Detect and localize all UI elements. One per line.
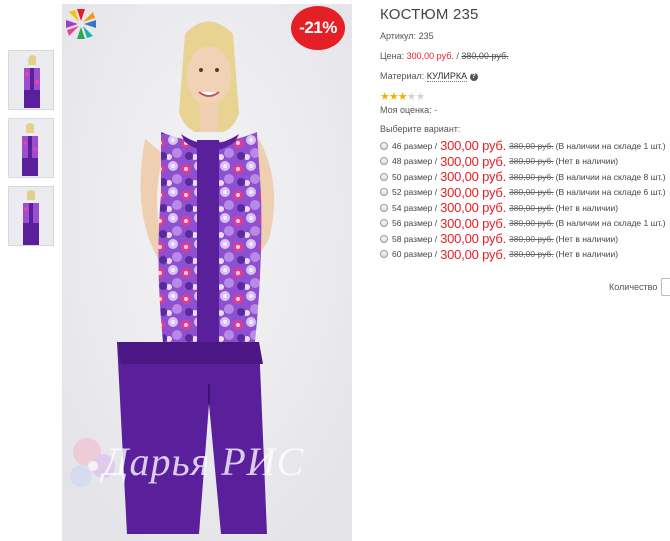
variant-old-price: 380,00 руб. [509,187,554,198]
variant-stock: (В наличии на складе 6 шт.) [555,187,666,198]
variant-old-price: 380,00 руб. [509,156,554,167]
variant-size: 60 размер [392,249,433,260]
variant-option[interactable]: 58 размер /300,00 руб. 380,00 руб. (Нет в … [380,231,670,247]
price-old: 380,00 руб. [461,51,509,61]
variant-list: 46 размер /300,00 руб. 380,00 руб. (В нали… [380,138,670,262]
thumbnail-2[interactable] [8,118,54,178]
question-icon[interactable]: ? [469,72,478,81]
radio-icon[interactable] [380,188,388,197]
variant-separator: / [432,218,438,229]
choose-variant-label: Выберите вариант: [380,124,461,134]
variant-size: 58 размер [392,233,433,244]
variant-stock: (В наличии на складе 1 шт.) [555,218,666,229]
star-icon[interactable]: ★ [380,91,390,103]
variant-separator: / [432,156,438,167]
variant-stock: (Нет в наличии) [555,233,619,244]
variant-price: 300,00 руб. [440,215,507,231]
variant-option[interactable]: 50 размер /300,00 руб. 380,00 руб. (В нали… [380,169,670,185]
variant-size: 56 размер [392,218,433,229]
variant-old-price: 380,00 руб. [509,233,554,244]
variant-price: 300,00 руб. [440,153,507,169]
radio-icon[interactable] [380,157,388,166]
variant-old-price: 380,00 руб. [509,249,554,260]
rating-stars[interactable]: ★★★★★ [380,91,670,103]
variant-separator: / [432,202,438,213]
variant-option[interactable]: 54 размер /300,00 руб. 380,00 руб. (Нет в … [380,200,670,216]
variant-option[interactable]: 48 размер /300,00 руб. 380,00 руб. (Нет в … [380,154,670,170]
radio-icon[interactable] [380,172,388,181]
variant-option[interactable]: 56 размер /300,00 руб. 380,00 руб. (В нали… [380,216,670,232]
variant-size: 54 размер [392,202,433,213]
material-label: Материал: [380,71,425,81]
thumbnail-3[interactable] [8,186,54,246]
price-current: 300,00 руб. [406,51,454,61]
variant-separator: / [432,249,438,260]
product-info: КОСТЮМ 235 Артикул: 235 Цена: 300,00 руб… [380,6,670,262]
variant-old-price: 380,00 руб. [509,171,554,182]
my-rating: Моя оценка: - [380,105,438,115]
variant-separator: / [432,171,438,182]
sku-label: Артикул: [380,31,417,41]
quantity-input[interactable] [661,278,670,296]
quantity-control: Количество [609,278,670,296]
product-title: КОСТЮМ 235 [380,6,479,23]
flower-logo-icon [66,9,96,39]
variant-stock: (Нет в наличии) [555,156,619,167]
variant-separator: / [432,187,438,198]
discount-badge: -21% [291,6,345,50]
variant-option[interactable]: 46 размер /300,00 руб. 380,00 руб. (В нали… [380,138,670,154]
thumbnail-1[interactable] [8,50,54,110]
material-row: Материал: КУЛИРКА ? [380,71,670,82]
variant-old-price: 380,00 руб. [509,202,554,213]
variant-option[interactable]: 52 размер /300,00 руб. 380,00 руб. (В нали… [380,185,670,201]
price-row: Цена: 300,00 руб. / 380,00 руб. [380,51,670,62]
variant-stock: (Нет в наличии) [555,249,619,260]
material-link[interactable]: КУЛИРКА [426,71,468,82]
quantity-label: Количество [609,282,658,292]
star-icon[interactable]: ★ [398,91,408,103]
variant-old-price: 380,00 руб. [509,140,554,151]
star-icon[interactable]: ★ [389,91,399,103]
variant-price: 300,00 руб. [440,200,507,216]
radio-icon[interactable] [380,234,388,243]
variant-price: 300,00 руб. [440,169,507,185]
radio-icon[interactable] [380,141,388,150]
variant-price: 300,00 руб. [440,246,507,262]
variant-size: 50 размер [392,171,433,182]
variant-separator: / [432,140,438,151]
variant-price: 300,00 руб. [440,184,507,200]
variant-size: 48 размер [392,156,433,167]
variant-size: 46 размер [392,140,433,151]
radio-icon[interactable] [380,219,388,228]
variant-stock: (В наличии на складе 8 шт.) [555,171,666,182]
variant-stock: (В наличии на складе 1 шт.) [555,140,666,151]
variant-price: 300,00 руб. [440,231,507,247]
variant-price: 300,00 руб. [440,138,507,154]
variant-old-price: 380,00 руб. [509,218,554,229]
variant-option[interactable]: 60 размер /300,00 руб. 380,00 руб. (Нет в … [380,247,670,263]
watermark-text: Дарья РИС [103,439,305,484]
variant-size: 52 размер [392,187,433,198]
price-label: Цена: [380,51,405,61]
price-separator: / [456,51,459,61]
variant-stock: (Нет в наличии) [555,202,619,213]
sku-row: Артикул: 235 [380,31,670,42]
thumbnail-strip [8,50,56,254]
product-main-image[interactable]: -21% Дарья РИС [62,4,352,541]
star-icon[interactable]: ★ [416,91,426,103]
radio-icon[interactable] [380,203,388,212]
star-icon[interactable]: ★ [407,91,417,103]
sku-value: 235 [418,31,434,41]
radio-icon[interactable] [380,250,388,259]
variant-separator: / [432,233,438,244]
